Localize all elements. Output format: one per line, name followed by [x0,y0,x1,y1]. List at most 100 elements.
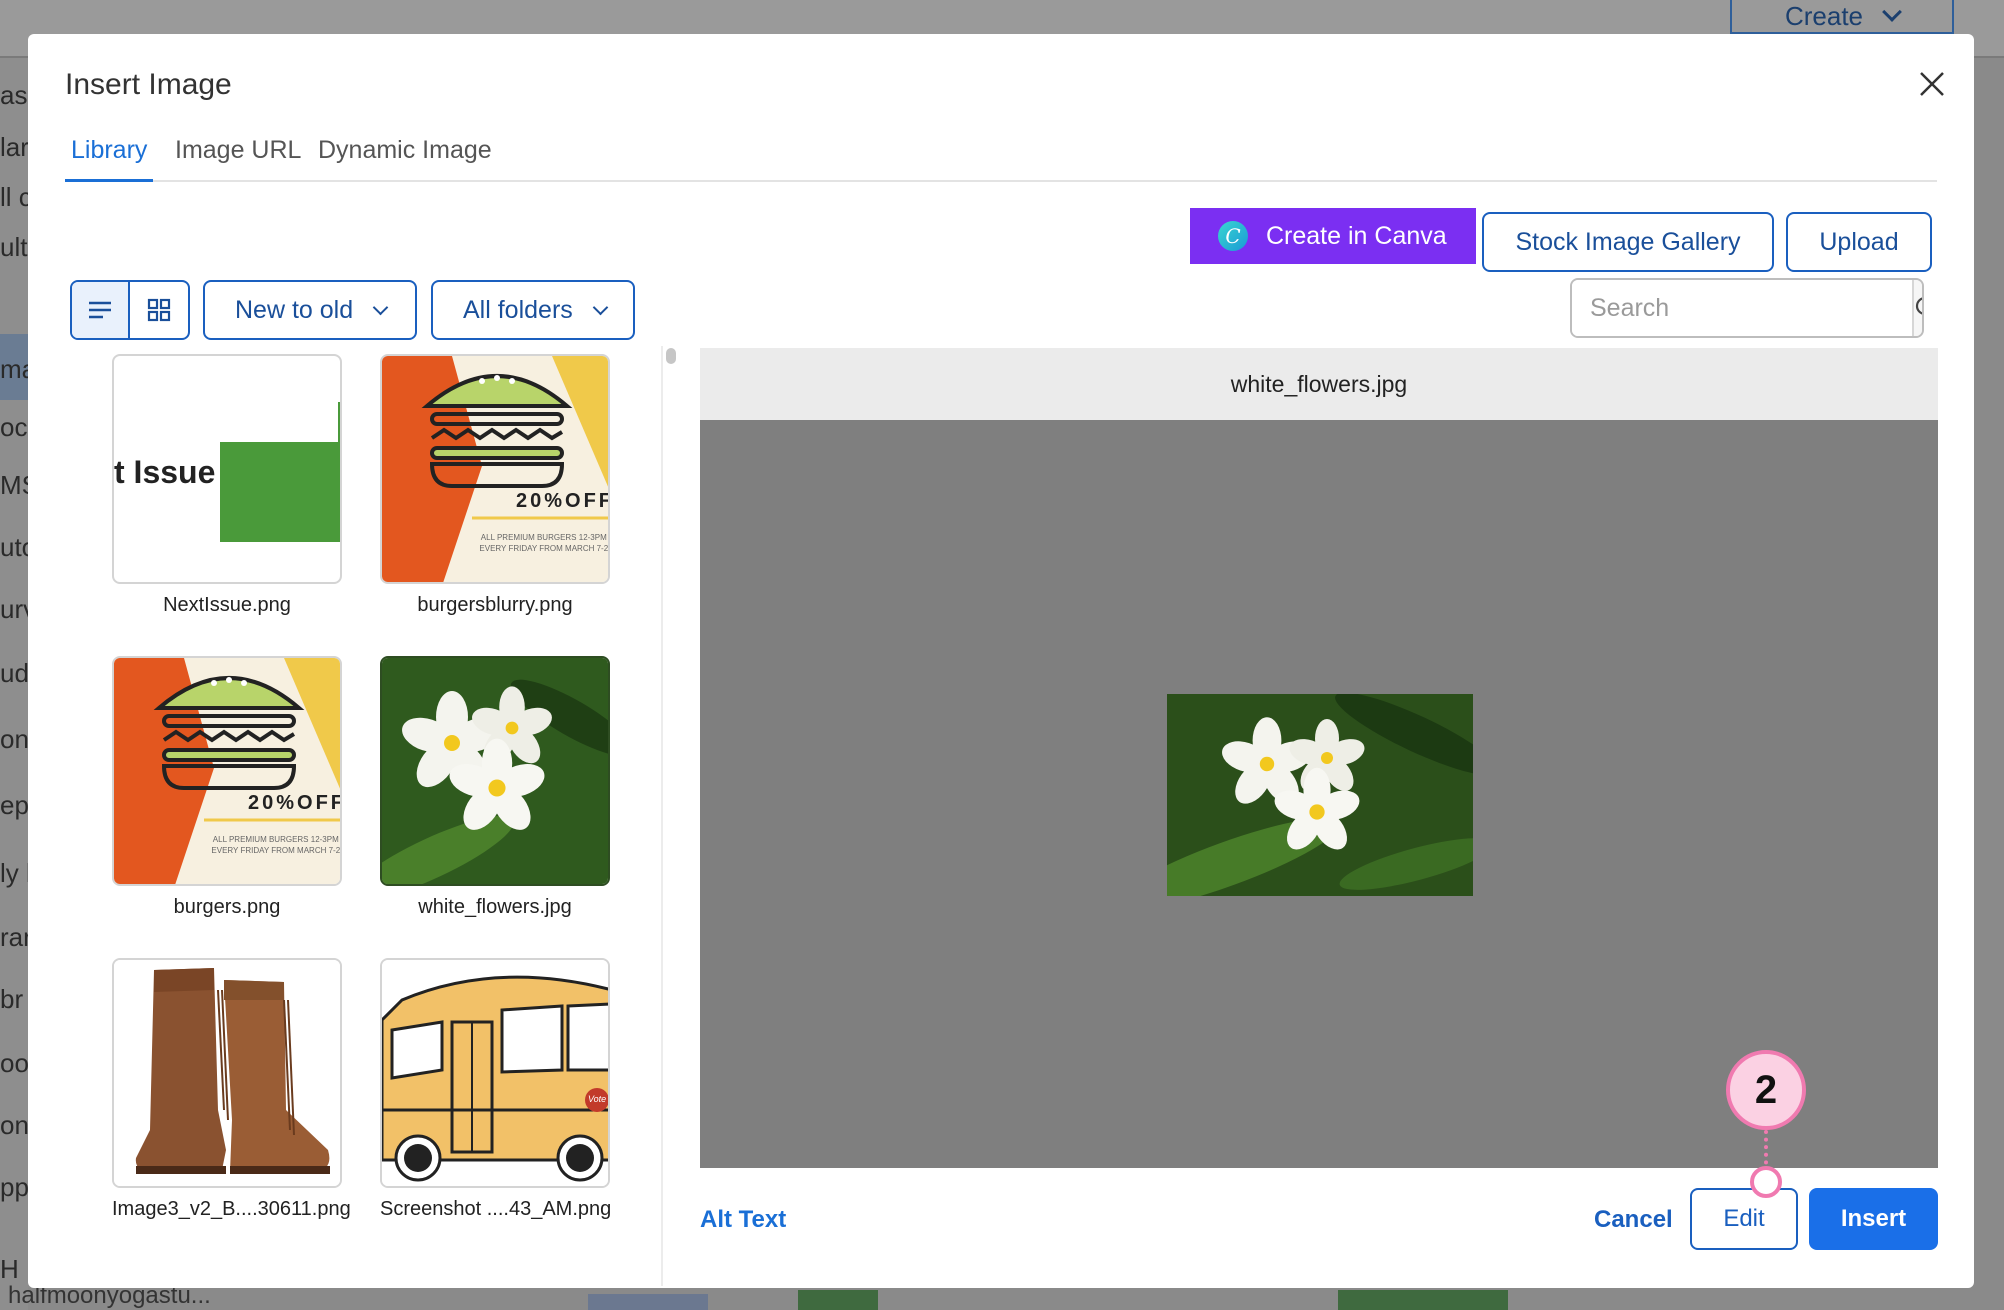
preview-image [1167,694,1473,896]
background-block [798,1290,878,1310]
folder-dropdown[interactable]: All folders [431,280,635,340]
background-sidebar-fragment: H [0,1254,19,1284]
background-sidebar-fragment: ly l [0,858,28,888]
background-sidebar-fragment: as [0,80,28,110]
thumbnail-art-small: ALL PREMIUM BURGERS 12-3PM / EVERY FRIDA… [211,835,342,855]
thumbnail-boots[interactable] [112,958,342,1188]
upload-button[interactable]: Upload [1786,212,1932,272]
upload-label: Upload [1819,227,1899,256]
background-sidebar-fragment: on [0,1110,28,1140]
background-right-edge [1972,58,2004,1310]
thumbnail-filename: burgers.png [173,896,281,918]
background-sidebar-fragment: uto [0,532,28,562]
flower-photo-icon [382,658,608,884]
step-callout-number: 2 [1754,1067,1778,1112]
thumbnail-filename: NextIssue.png [163,594,291,616]
thumbnail-filename: white_flowers.jpg [418,896,572,918]
background-sidebar-fragment: ult [0,232,28,262]
image-thumbnail: white_flowers.jpg [380,656,610,919]
background-sidebar-fragment: br [0,984,24,1014]
image-thumbnail: Vote Screenshot ....43_AM.png [380,958,612,1221]
thumbnail-filename: burgersblurry.png [417,594,573,616]
chevron-down-icon [592,299,609,315]
tab-image-url[interactable]: Image URL [175,134,301,182]
background-sidebar-fragment: ma [0,354,28,384]
tab-label: Image URL [175,136,302,164]
image-thumbnail: t Issue NextIssue.png [112,354,342,617]
chevron-down-icon [1882,2,1902,22]
insert-button-label: Insert [1840,1205,1907,1232]
search-button[interactable] [1912,280,1922,336]
preview-header: white_flowers.jpg [700,348,1938,420]
library-scrollbar[interactable] [661,346,676,1286]
background-sidebar-fragment: oci [0,412,28,442]
tab-dynamic-image[interactable]: Dynamic Image [318,134,492,182]
create-in-canva-button[interactable]: C Create in Canva [1190,208,1476,264]
boots-photo-icon [114,960,340,1186]
flower-photo-icon [1167,694,1473,896]
background-sidebar-fragment: on [0,724,28,754]
tab-library[interactable]: Library [65,134,154,182]
thumbnail-nextissue[interactable]: t Issue [112,354,342,584]
background-sidebar-fragment: ud [0,658,28,688]
stock-image-gallery-button[interactable]: Stock Image Gallery [1482,212,1774,272]
canva-logo-icon: C [1218,221,1248,251]
thumbnail-art-text: Vote [588,1094,607,1104]
background-sidebar-fragment: urv [0,594,28,624]
background-create-button: Create [1730,0,1954,34]
scrollbar-thumb[interactable] [666,348,676,364]
search-input[interactable] [1572,280,1912,336]
step-callout-badge: 2 [1726,1050,1806,1130]
image-thumbnail: 20%OFF ALL PREMIUM BURGERS 12-3PM / EVER… [380,354,610,617]
bus-drawing-icon [382,960,608,1186]
background-block [588,1294,708,1310]
modal-title: Insert Image [65,68,232,101]
list-icon [89,301,112,319]
chevron-down-icon [372,299,389,315]
background-sidebar-fragment: ool [0,1048,28,1078]
image-thumbnail: Image3_v2_B....30611.png [112,958,351,1221]
thumbnail-white-flowers[interactable] [380,656,610,886]
alt-text-link[interactable]: Alt Text [700,1206,786,1234]
close-icon [1920,72,1944,96]
stock-image-gallery-label: Stock Image Gallery [1515,227,1741,256]
step-callout-target-dot [1750,1166,1782,1198]
thumbnail-art-small: ALL PREMIUM BURGERS 12-3PM / EVERY FRIDA… [479,533,610,553]
edit-button-label: Edit [1723,1205,1765,1232]
thumbnail-school-bus[interactable]: Vote [380,958,610,1188]
search-box [1570,278,1924,338]
background-sidebar-fragment: ep [0,790,28,820]
insert-image-modal: Insert Image Library Image URL Dynamic I… [28,34,1974,1288]
search-icon [1915,297,1922,315]
thumbnail-filename: Screenshot ....43_AM.png [380,1198,612,1220]
background-sidebar-fragment: rar [0,922,28,952]
insert-button[interactable]: Insert [1809,1188,1938,1250]
background-block [1338,1290,1508,1310]
thumbnail-burgersblurry[interactable]: 20%OFF ALL PREMIUM BURGERS 12-3PM / EVER… [380,354,610,584]
thumbnail-art-text: t Issue [114,454,216,490]
background-create-label: Create [1784,0,1864,31]
sort-dropdown-label: New to old [235,295,354,324]
background-sidebar-fragment: MS [0,470,28,500]
thumbnail-burgers[interactable]: 20%OFF ALL PREMIUM BURGERS 12-3PM / EVER… [112,656,342,886]
background-sidebar-fragment: ll c [0,182,28,212]
thumbnail-art-text: 20%OFF [516,490,610,512]
background-bottom-strip [28,1288,2004,1310]
image-library-grid: t Issue NextIssue.png 20%OFF ALL PREMIUM… [80,354,640,1284]
folder-dropdown-label: All folders [463,295,573,324]
sort-dropdown[interactable]: New to old [203,280,417,340]
background-sidebar-fragment: lar [0,132,28,162]
list-view-button[interactable] [72,282,131,338]
background-sidebar: as lar ll c ult ma oci MS uto urv ud on … [0,58,28,1310]
thumbnail-filename: Image3_v2_B....30611.png [112,1198,351,1220]
create-in-canva-label: Create in Canva [1266,221,1447,250]
thumbnail-art-text: 20%OFF [248,792,342,814]
close-button[interactable] [1910,62,1954,106]
preview-filename: white_flowers.jpg [1230,370,1408,397]
cancel-button[interactable]: Cancel [1594,1206,1673,1234]
image-preview-panel: white_flowers.jpg [700,348,1938,1168]
edit-button[interactable]: Edit [1690,1188,1798,1250]
tab-bar: Library Image URL Dynamic Image [65,134,1937,182]
grid-view-button[interactable] [130,282,188,338]
view-toggle [70,280,190,340]
